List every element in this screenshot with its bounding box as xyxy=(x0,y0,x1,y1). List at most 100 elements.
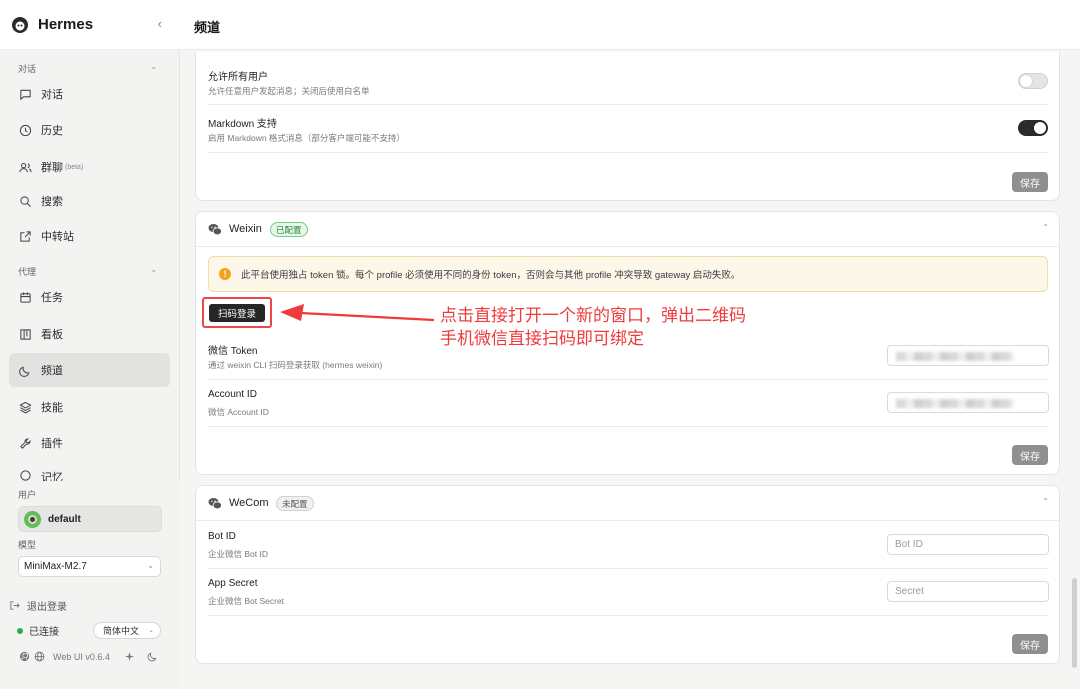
sidebar-item-label: 对话 xyxy=(41,89,63,101)
chevron-up-icon[interactable]: ⌃ xyxy=(1042,223,1049,232)
annotation-highlight-box: 扫码登录 xyxy=(202,297,272,328)
connection-status: 已连接 xyxy=(17,623,59,638)
row-divider xyxy=(208,426,1048,427)
external-link-icon xyxy=(20,230,31,242)
chevron-up-icon[interactable]: ⌃ xyxy=(1042,497,1049,506)
row-divider xyxy=(208,615,1048,616)
status-dot-icon xyxy=(17,627,23,634)
sidebar-item-relay[interactable]: 中转站 xyxy=(9,219,170,253)
user-label: 用户 xyxy=(18,490,37,500)
annotation-line-2: 手机微信直接扫码即可绑定 xyxy=(440,329,644,348)
allow-all-title: 允许所有用户 xyxy=(208,72,268,83)
scrollbar[interactable] xyxy=(1072,578,1077,668)
section-label-agent: 代理 xyxy=(18,267,37,277)
sidebar-item-label: 群聊 xyxy=(41,162,63,174)
model-value: MiniMax-M2.7 xyxy=(24,561,87,572)
app-secret-desc: 企业微信 Bot Secret xyxy=(208,596,285,606)
row-divider xyxy=(208,568,1048,569)
wecom-card-header[interactable]: WeCom 未配置 ⌃ xyxy=(196,486,1061,521)
account-id-input[interactable] xyxy=(887,392,1049,413)
annotation-text: 点击直接打开一个新的窗口，弹出二维码 手机微信直接扫码即可绑定 xyxy=(440,304,746,350)
sidebar-item-skills[interactable]: 技能 xyxy=(9,390,170,424)
logout-icon xyxy=(10,601,20,610)
model-select[interactable]: MiniMax-M2.7 ⌄ xyxy=(18,556,161,577)
model-label: 模型 xyxy=(18,540,37,550)
save-button[interactable]: 保存 xyxy=(1012,634,1048,654)
account-id-desc: 微信 Account ID xyxy=(208,407,269,417)
sidebar-item-channels[interactable]: 频道 xyxy=(9,353,170,387)
sidebar-item-history[interactable]: 历史 xyxy=(9,113,170,147)
markdown-title: Markdown 支持 xyxy=(208,119,277,130)
sparkle-icon[interactable] xyxy=(124,651,135,662)
section-chat-chevron-icon[interactable]: ⌄ xyxy=(150,61,158,72)
globe-icon[interactable] xyxy=(34,651,45,662)
markdown-toggle[interactable] xyxy=(1018,120,1048,136)
sidebar-item-tasks[interactable]: 任务 xyxy=(9,280,170,314)
user-selector[interactable]: default xyxy=(18,506,162,532)
chat-bubble-icon xyxy=(20,89,31,100)
row-divider xyxy=(208,152,1048,153)
memory-icon xyxy=(20,470,31,481)
status-text: 已连接 xyxy=(29,627,59,638)
sidebar-item-plugins[interactable]: 插件 xyxy=(9,426,170,460)
users-icon xyxy=(19,162,32,172)
annotation-arrow-icon xyxy=(280,304,435,322)
status-badge: 未配置 xyxy=(276,496,314,511)
github-icon[interactable] xyxy=(19,651,30,662)
bot-id-title: Bot ID xyxy=(208,531,236,542)
save-button[interactable]: 保存 xyxy=(1012,445,1048,465)
sidebar-item-group[interactable]: 群聊 (beta) xyxy=(9,150,170,184)
chevron-down-icon: ⌄ xyxy=(147,561,154,570)
allow-all-desc: 允许任意用户发起消息；关闭后使用白名单 xyxy=(208,86,370,96)
wechat-icon xyxy=(208,498,222,510)
warning-text: 此平台使用独占 token 锁。每个 profile 必须使用不同的身份 tok… xyxy=(241,270,741,281)
weixin-title: Weixin xyxy=(229,223,262,235)
bot-id-input[interactable] xyxy=(887,534,1049,555)
sidebar-bottom: 用户 default 模型 MiniMax-M2.7 ⌄ 退出登录 已连接 简体… xyxy=(0,482,180,689)
moon-icon[interactable] xyxy=(147,651,158,662)
app-secret-title: App Secret xyxy=(208,578,258,589)
allow-all-toggle[interactable] xyxy=(1018,73,1048,89)
top-bar: 频道 xyxy=(180,0,1080,50)
language-select[interactable]: 简体中文 ⌄ xyxy=(93,622,161,639)
logout-button[interactable]: 退出登录 xyxy=(9,598,67,613)
markdown-desc: 启用 Markdown 格式消息（部分客户端可能不支持） xyxy=(208,133,405,143)
brand-header: Hermes ‹ xyxy=(0,0,180,50)
kanban-icon xyxy=(20,328,31,340)
sidebar-item-board[interactable]: 看板 xyxy=(9,317,170,351)
sidebar-item-label: 频道 xyxy=(41,365,63,377)
status-badge: 已配置 xyxy=(270,222,308,237)
avatar xyxy=(24,510,41,528)
sidebar-item-label: 记忆 xyxy=(41,472,63,481)
sidebar-item-chat[interactable]: 对话 xyxy=(9,77,170,111)
sidebar-item-memory[interactable]: 记忆 xyxy=(9,463,170,481)
token-lock-warning: ! 此平台使用独占 token 锁。每个 profile 必须使用不同的身份 t… xyxy=(208,256,1048,292)
weixin-token-input[interactable] xyxy=(887,345,1049,366)
sidebar-item-label: 中转站 xyxy=(41,231,74,243)
app-secret-input[interactable] xyxy=(887,581,1049,602)
sidebar-item-label: 看板 xyxy=(41,329,63,341)
sidebar-item-label: 搜索 xyxy=(41,196,63,208)
wecom-card: WeCom 未配置 ⌃ Bot ID 企业微信 Bot ID App Secre… xyxy=(195,485,1061,664)
page-title: 频道 xyxy=(194,20,221,35)
section-agent-chevron-icon[interactable]: ⌄ xyxy=(150,264,158,275)
version-text: Web UI v0.6.4 xyxy=(53,651,110,662)
account-id-title: Account ID xyxy=(208,389,257,400)
annotation-line-1: 点击直接打开一个新的窗口，弹出二维码 xyxy=(440,306,746,325)
sidebar-item-search[interactable]: 搜索 xyxy=(9,184,170,218)
hermes-logo-icon xyxy=(11,16,29,34)
chevron-down-icon: ⌄ xyxy=(148,627,154,634)
wecom-title: WeCom xyxy=(229,497,269,509)
search-icon xyxy=(20,195,31,207)
weixin-card-header[interactable]: Weixin 已配置 ⌃ xyxy=(196,212,1061,247)
logout-label: 退出登录 xyxy=(27,602,67,613)
row-divider xyxy=(208,104,1048,105)
section-label-chat: 对话 xyxy=(18,64,37,74)
brand-name: Hermes xyxy=(38,16,94,33)
clock-icon xyxy=(19,124,32,136)
user-name: default xyxy=(48,513,81,525)
collapse-sidebar-icon[interactable]: ‹ xyxy=(158,16,162,31)
save-button[interactable]: 保存 xyxy=(1012,172,1048,192)
sidebar-item-label: 历史 xyxy=(41,125,63,137)
scan-login-button[interactable]: 扫码登录 xyxy=(209,304,265,322)
